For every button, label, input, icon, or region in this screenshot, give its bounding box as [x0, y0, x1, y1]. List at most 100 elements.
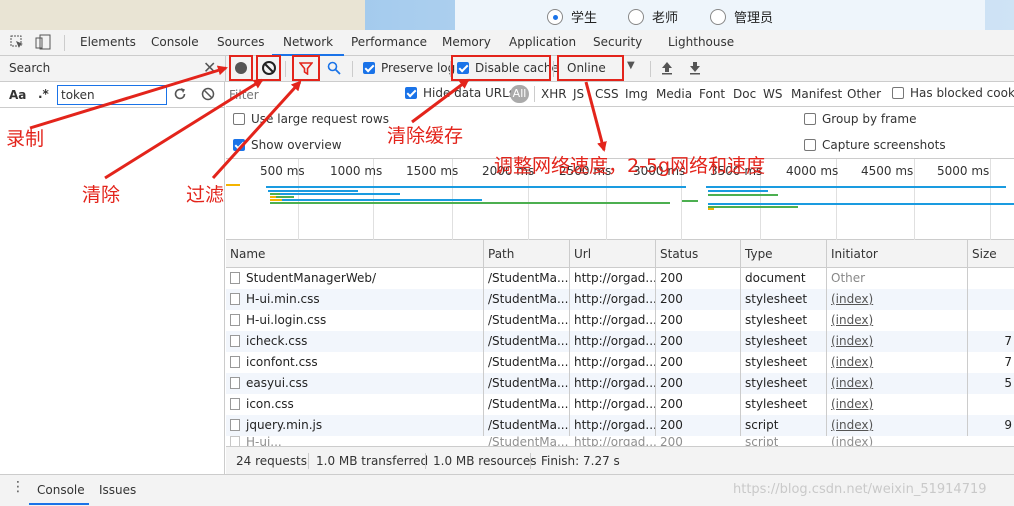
capture-screenshots-checkbox[interactable]: [804, 139, 816, 151]
role-radio-admin[interactable]: 管理员: [710, 7, 773, 26]
cell-text: 7: [1004, 334, 1012, 348]
tab-performance[interactable]: Performance: [351, 30, 427, 56]
column-header-url[interactable]: Url: [570, 240, 656, 268]
role-radio-student[interactable]: 学生: [547, 7, 597, 26]
cell-text: StudentManagerWeb/: [246, 271, 377, 285]
tab-console[interactable]: Console: [151, 30, 199, 56]
column-header-name[interactable]: Name: [226, 240, 484, 268]
devtools-tab-bar: Elements Console Sources Network Perform…: [0, 30, 1014, 56]
cell-text[interactable]: (index): [831, 376, 873, 390]
cell-text[interactable]: (index): [831, 418, 873, 432]
tab-security[interactable]: Security: [593, 30, 642, 56]
cell-status: 200: [656, 331, 741, 352]
filter-type-font[interactable]: Font: [699, 87, 725, 101]
cell-text: stylesheet: [745, 397, 808, 411]
cell-name: icheck.css: [226, 331, 484, 352]
timeline-tick-label: 500 ms: [260, 164, 305, 178]
table-row[interactable]: icheck.css/StudentMa... http://orgad... 20…: [226, 331, 1014, 352]
filter-type-media[interactable]: Media: [656, 87, 692, 101]
filter-input[interactable]: [229, 85, 394, 104]
large-rows-checkbox[interactable]: [233, 113, 245, 125]
large-rows-label: Use large request rows: [251, 112, 389, 126]
table-row[interactable]: H-ui.login.css/StudentMa... http://orgad.…: [226, 310, 1014, 331]
cell-status: 200: [656, 289, 741, 310]
partial-row-initiator: (index): [831, 436, 874, 446]
timeline-tick-label: 4000 ms: [786, 164, 839, 178]
refresh-icon[interactable]: [173, 87, 187, 104]
tab-network[interactable]: Network: [272, 30, 345, 56]
cell-text: 200: [660, 397, 683, 411]
hide-data-urls-checkbox[interactable]: [405, 87, 417, 99]
cell-initiator: (index): [827, 373, 968, 394]
regex-toggle[interactable]: .*: [38, 87, 49, 101]
blocked-cookies-checkbox[interactable]: [892, 87, 904, 99]
cell-name: H-ui.min.css: [226, 289, 484, 310]
table-row[interactable]: StudentManagerWeb/ /StudentMa... http://or…: [226, 268, 1014, 289]
download-icon[interactable]: [689, 61, 701, 78]
column-header-initiator[interactable]: Initiator: [827, 240, 968, 268]
show-overview-checkbox[interactable]: [233, 139, 245, 151]
cell-text[interactable]: (index): [831, 292, 873, 306]
device-toolbar-icon[interactable]: [35, 34, 51, 53]
filter-type-ws[interactable]: WS: [763, 87, 782, 101]
filter-type-css[interactable]: CSS: [595, 87, 619, 101]
cell-text: H-ui.login.css: [246, 313, 327, 327]
inspect-element-icon[interactable]: [10, 35, 24, 52]
cell-text[interactable]: (index): [831, 355, 873, 369]
file-icon: [230, 272, 240, 284]
cell-text[interactable]: (index): [831, 334, 873, 348]
role-radio-teacher[interactable]: 老师: [628, 7, 678, 26]
request-count: 24 requests: [236, 454, 307, 468]
tab-memory[interactable]: Memory: [442, 30, 491, 56]
transferred-size: 1.0 MB transferred: [316, 454, 429, 468]
table-row[interactable]: iconfont.css/StudentMa... http://orgad...…: [226, 352, 1014, 373]
tab-sources[interactable]: Sources: [217, 30, 264, 56]
table-row[interactable]: easyui.css/StudentMa... http://orgad... 20…: [226, 373, 1014, 394]
table-row[interactable]: jquery.min.js/StudentMa... http://orgad..…: [226, 415, 1014, 436]
more-options-icon[interactable]: ⋮: [11, 480, 25, 494]
clear-search-icon[interactable]: [201, 87, 215, 104]
annotation-throttle: 调整网络速度，2-5g网络和速度: [494, 155, 766, 177]
table-row[interactable]: H-ui.min.css/StudentMa... http://orgad...…: [226, 289, 1014, 310]
cell-text[interactable]: (index): [831, 397, 873, 411]
filter-type-js[interactable]: JS: [573, 87, 584, 101]
cell-path: /StudentMa...: [484, 415, 570, 436]
chevron-down-icon[interactable]: ▼: [627, 60, 635, 71]
tab-application[interactable]: Application: [509, 30, 576, 56]
filter-all-button[interactable]: All: [510, 85, 529, 103]
table-row[interactable]: icon.css/StudentMa... http://orgad... 200 s…: [226, 394, 1014, 415]
column-header-status[interactable]: Status: [656, 240, 741, 268]
cell-text[interactable]: (index): [831, 313, 873, 327]
drawer-tab-console[interactable]: Console: [37, 483, 85, 497]
tab-lighthouse[interactable]: Lighthouse: [668, 30, 734, 56]
cell-initiator: Other: [827, 268, 968, 289]
column-header-size[interactable]: Size: [968, 240, 1014, 268]
filter-type-manifest[interactable]: Manifest: [791, 87, 842, 101]
search-input[interactable]: [57, 85, 167, 105]
filter-type-doc[interactable]: Doc: [733, 87, 756, 101]
console-drawer: ⋮ Console Issues https://blog.csdn.net/w…: [0, 474, 1014, 506]
close-icon[interactable]: ✕: [203, 58, 216, 77]
search-icon[interactable]: [327, 61, 341, 78]
cell-size: [968, 310, 1014, 331]
cell-text: stylesheet: [745, 313, 808, 327]
filter-type-img[interactable]: Img: [625, 87, 648, 101]
upload-icon[interactable]: [661, 61, 673, 78]
filter-type-xhr[interactable]: XHR: [541, 87, 567, 101]
cell-path: /StudentMa...: [484, 352, 570, 373]
drawer-tab-issues[interactable]: Issues: [99, 483, 136, 497]
column-header-path[interactable]: Path: [484, 240, 570, 268]
preserve-log-checkbox[interactable]: [363, 62, 375, 74]
group-by-frame-checkbox[interactable]: [804, 113, 816, 125]
cell-text: http://orgad...: [574, 397, 656, 411]
cell-type: stylesheet: [741, 331, 827, 352]
cell-url: http://orgad...: [570, 394, 656, 415]
filter-type-other[interactable]: Other: [847, 87, 881, 101]
cell-size: 7: [968, 352, 1014, 373]
match-case-toggle[interactable]: Aa: [9, 88, 26, 102]
column-header-type[interactable]: Type: [741, 240, 827, 268]
cell-path: /StudentMa...: [484, 373, 570, 394]
tab-elements[interactable]: Elements: [80, 30, 136, 56]
role-radio-label: 老师: [652, 11, 679, 26]
cell-size: 5: [968, 373, 1014, 394]
